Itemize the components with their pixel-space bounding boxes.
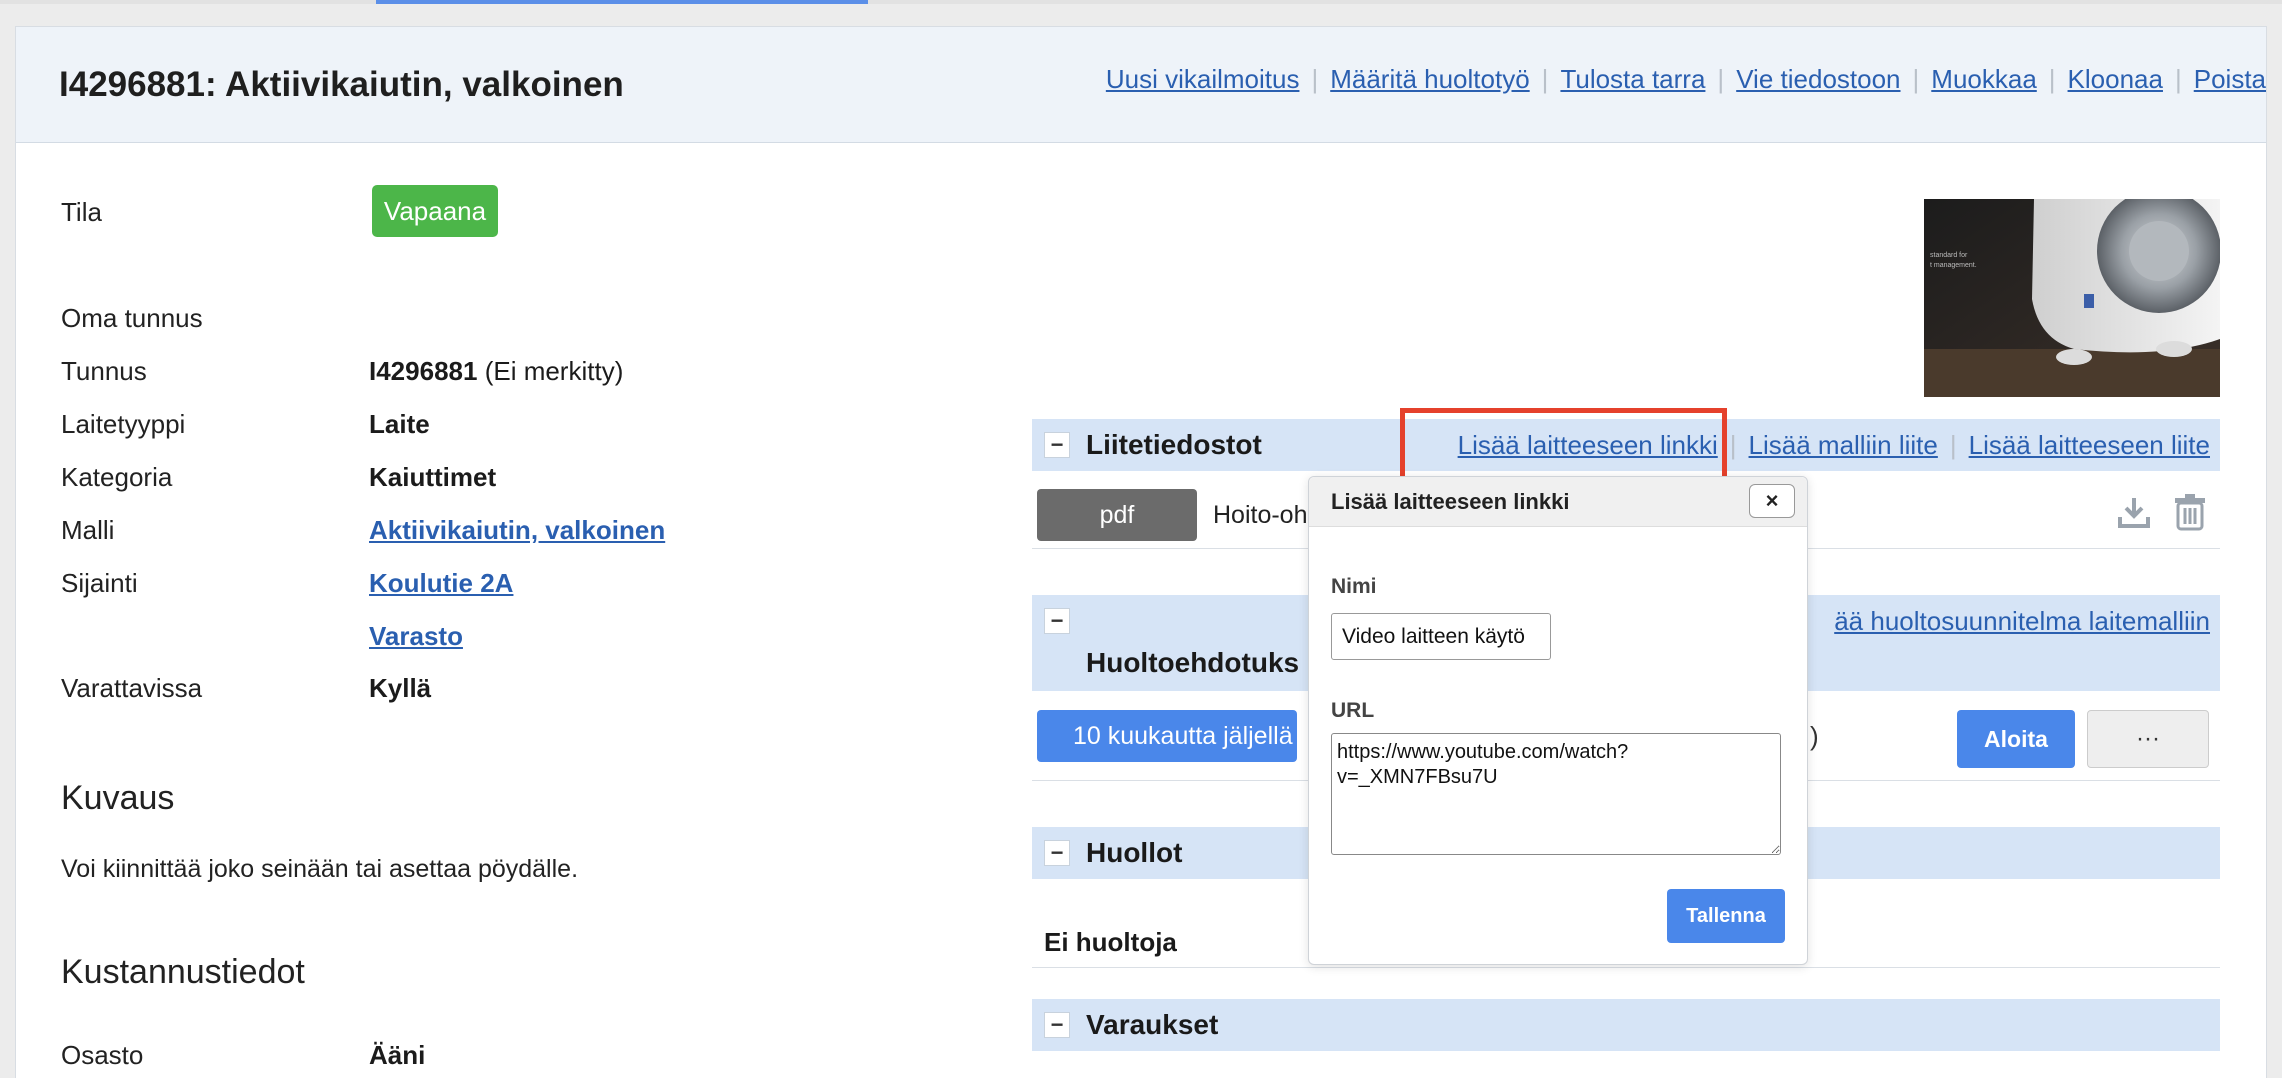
- separator: |: [1949, 430, 1957, 460]
- id-note: (Ei merkitty): [484, 356, 624, 386]
- services-title: Huollot: [1086, 837, 1183, 868]
- maintenance-plan-links: ää huoltosuunnitelma laitemalliin: [1834, 606, 2210, 637]
- add-model-attachment-link[interactable]: Lisää malliin liite: [1749, 430, 1938, 461]
- add-maintenance-plan-link[interactable]: ää huoltosuunnitelma laitemalliin: [1834, 606, 2210, 637]
- id-value: I4296881 (Ei merkitty): [369, 356, 623, 387]
- edit-link[interactable]: Muokkaa: [1931, 64, 2037, 95]
- model-link[interactable]: Aktiivikaiutin, valkoinen: [369, 515, 665, 545]
- delete-link[interactable]: Poista: [2194, 64, 2266, 95]
- trash-icon[interactable]: [2173, 493, 2207, 536]
- department-value: Ääni: [369, 1040, 426, 1070]
- id-label: Tunnus: [61, 356, 147, 386]
- add-device-attachment-link[interactable]: Lisää laitteeseen liite: [1969, 430, 2210, 461]
- attachment-file-name[interactable]: Hoito-oh: [1213, 501, 1308, 530]
- status-badge: Vapaana: [372, 185, 498, 237]
- highlight-box: [1400, 408, 1727, 482]
- model-value: Aktiivikaiutin, valkoinen: [369, 515, 665, 546]
- reservations-section-bar: − Varaukset: [1032, 999, 2220, 1051]
- id-number: I4296881: [369, 356, 478, 386]
- print-label-link[interactable]: Tulosta tarra: [1560, 64, 1705, 95]
- header-actions: Uusi vikailmoitus | Määritä huoltotyö | …: [1106, 64, 2266, 95]
- device-card: I4296881: Aktiivikaiutin, valkoinen Uusi…: [15, 26, 2267, 1078]
- reservations-title: Varaukset: [1086, 1009, 1219, 1040]
- location-link-address[interactable]: Koulutie 2A: [369, 568, 513, 598]
- name-field-label: Nimi: [1331, 575, 1377, 598]
- separator: |: [1541, 64, 1549, 94]
- pdf-file-badge[interactable]: pdf: [1037, 489, 1197, 541]
- separator: |: [2048, 64, 2056, 94]
- popup-header: Lisää laitteeseen linkki ×: [1309, 477, 1807, 527]
- maintenance-suggestions-title: Huoltoehdotuks: [1086, 647, 1300, 678]
- url-field-label: URL: [1331, 699, 1375, 722]
- model-label: Malli: [61, 515, 115, 545]
- description-heading: Kuvaus: [61, 779, 175, 817]
- attachments-title: Liitetiedostot: [1086, 429, 1262, 460]
- cost-info-heading: Kustannustiedot: [61, 953, 305, 991]
- separator: |: [1729, 430, 1737, 460]
- device-type-value: Laite: [369, 409, 430, 439]
- category-value: Kaiuttimet: [369, 462, 497, 492]
- save-button[interactable]: Tallenna: [1667, 889, 1785, 943]
- location-value-1: Koulutie 2A: [369, 568, 513, 599]
- department-label: Osasto: [61, 1040, 144, 1070]
- reservable-value: Kyllä: [369, 673, 432, 703]
- location-link-storage[interactable]: Varasto: [369, 621, 463, 651]
- download-icon[interactable]: [2116, 495, 2152, 534]
- own-id-label: Oma tunnus: [61, 303, 203, 333]
- minus-icon[interactable]: −: [1044, 432, 1070, 458]
- export-link[interactable]: Vie tiedostoon: [1736, 64, 1900, 95]
- url-field[interactable]: https://www.youtube.com/watch?v=_XMN7FBs…: [1331, 733, 1781, 855]
- more-options-button[interactable]: ···: [2087, 710, 2209, 768]
- assign-service-link[interactable]: Määritä huoltotyö: [1330, 64, 1529, 95]
- minus-icon[interactable]: −: [1044, 608, 1070, 634]
- divider: [1032, 967, 2220, 968]
- location-value-2: Varasto: [369, 621, 463, 652]
- reservable-label: Varattavissa: [61, 673, 203, 703]
- photo-caption-line-2: t management.: [1930, 262, 1977, 269]
- close-icon[interactable]: ×: [1749, 484, 1795, 518]
- clone-link[interactable]: Kloonaa: [2068, 64, 2163, 95]
- separator: |: [1717, 64, 1725, 94]
- card-header: I4296881: Aktiivikaiutin, valkoinen Uusi…: [16, 27, 2266, 143]
- speaker-image: standard for t management.: [1924, 199, 2220, 397]
- page-title: I4296881: Aktiivikaiutin, valkoinen: [59, 65, 624, 104]
- device-photo[interactable]: standard for t management.: [1924, 199, 2220, 397]
- start-button[interactable]: Aloita: [1957, 710, 2075, 768]
- separator: |: [1912, 64, 1920, 94]
- status-label: Tila: [61, 197, 102, 227]
- name-field[interactable]: [1331, 613, 1551, 660]
- device-type-label: Laitetyyppi: [61, 409, 186, 439]
- separator: |: [2174, 64, 2182, 94]
- active-tab-indicator: [376, 0, 868, 4]
- no-services-text: Ei huoltoja: [1044, 927, 1177, 957]
- new-fault-report-link[interactable]: Uusi vikailmoitus: [1106, 64, 1300, 95]
- suggestion-paren: ): [1810, 721, 1819, 751]
- months-remaining-button[interactable]: 10 kuukautta jäljellä: [1037, 710, 1297, 762]
- category-label: Kategoria: [61, 462, 173, 492]
- description-text: Voi kiinnittää joko seinään tai asettaa …: [61, 855, 579, 883]
- location-label: Sijainti: [61, 568, 138, 598]
- popup-title: Lisää laitteeseen linkki: [1331, 489, 1570, 514]
- browser-top-strip: [0, 0, 2282, 4]
- minus-icon[interactable]: −: [1044, 1012, 1070, 1038]
- separator: |: [1311, 64, 1319, 94]
- add-link-popup: Lisää laitteeseen linkki × Nimi URL http…: [1308, 476, 1808, 965]
- photo-caption-line-1: standard for: [1930, 252, 1968, 259]
- minus-icon[interactable]: −: [1044, 840, 1070, 866]
